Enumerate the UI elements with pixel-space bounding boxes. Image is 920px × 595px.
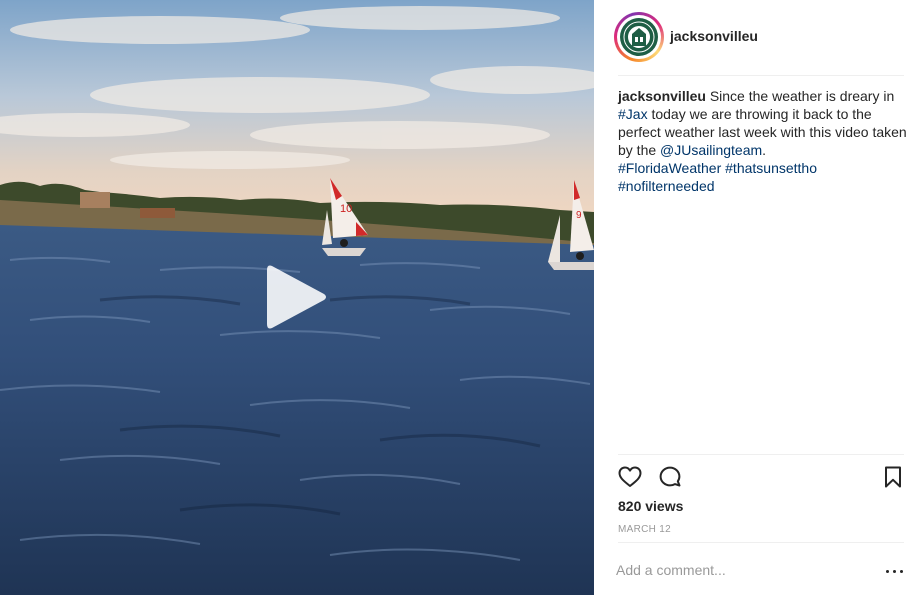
caption-username[interactable]: jacksonvilleu [618, 88, 706, 104]
actions-divider [618, 454, 904, 455]
avatar[interactable] [614, 12, 664, 62]
heart-icon[interactable] [617, 464, 643, 490]
mention-jusailingteam[interactable]: @JUsailingteam [660, 142, 762, 158]
bookmark-icon[interactable] [880, 464, 906, 490]
post-date[interactable]: MARCH 12 [618, 524, 671, 535]
svg-text:9: 9 [576, 210, 582, 221]
view-count[interactable]: 820 views [618, 498, 683, 514]
university-seal-icon [620, 18, 658, 56]
caption-text: . [762, 142, 767, 158]
comment-divider [618, 542, 904, 543]
hashtag-floridaweather[interactable]: #FloridaWeather [618, 160, 721, 176]
post-header: jacksonvilleu [594, 0, 920, 76]
post-video[interactable]: 10 9 [0, 0, 594, 595]
more-dots-icon[interactable] [884, 560, 906, 580]
post-sidebar: jacksonvilleu jacksonvilleu Since the we… [594, 0, 920, 595]
header-username[interactable]: jacksonvilleu [670, 28, 758, 44]
header-divider [618, 75, 904, 76]
caption-text: Since the weather is dreary in [705, 88, 895, 104]
comment-bubble-icon[interactable] [657, 464, 683, 490]
play-icon[interactable] [262, 262, 332, 332]
comment-input[interactable] [616, 558, 866, 582]
hashtag-nofilterneeded[interactable]: #nofilterneeded [618, 178, 715, 194]
svg-text:10: 10 [340, 203, 352, 215]
hashtag-thatsunsettho[interactable]: #thatsunsettho [725, 160, 817, 176]
hashtag-jax[interactable]: #Jax [618, 106, 648, 122]
post-caption: jacksonvilleu Since the weather is drear… [618, 87, 908, 195]
